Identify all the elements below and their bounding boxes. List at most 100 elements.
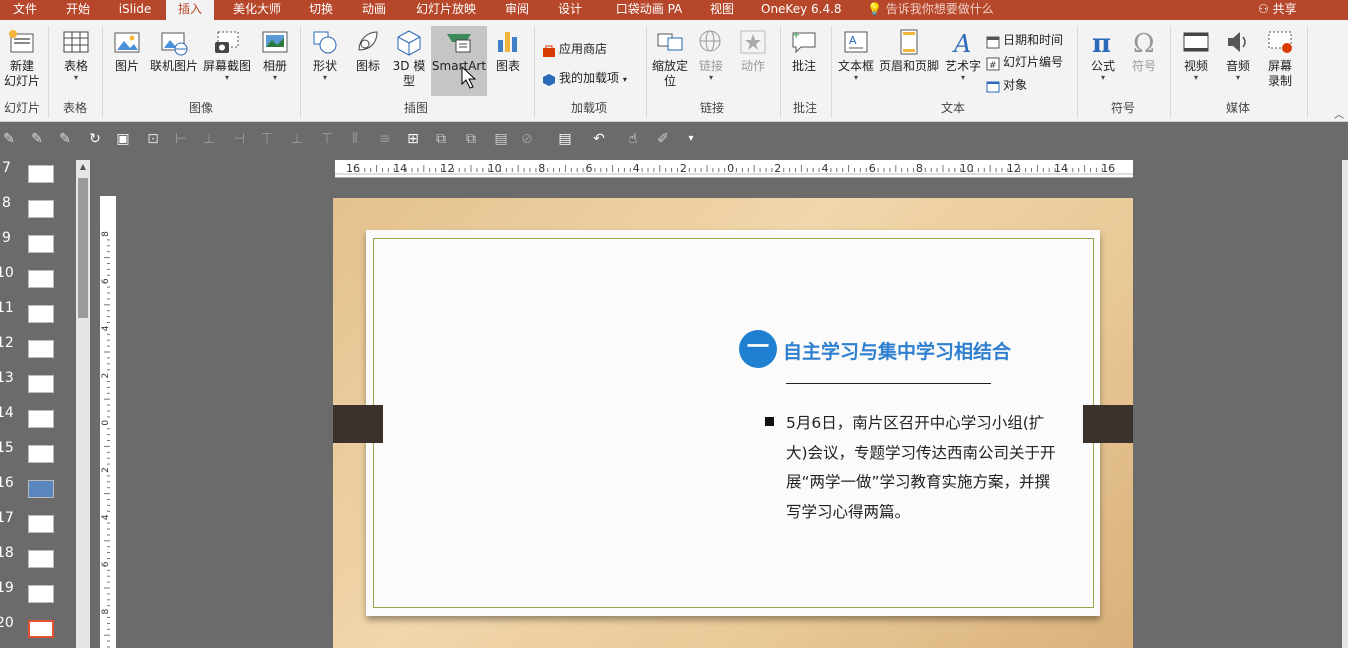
screenshot-button[interactable]: 屏幕截图 ▾ (202, 28, 252, 82)
object-button[interactable]: 对象 (986, 74, 1027, 96)
eyedropper-icon[interactable]: ✎ (0, 130, 18, 148)
thumbnail-item[interactable]: 15 (0, 435, 74, 470)
format-painter-icon[interactable]: ✐ (654, 130, 672, 148)
thumbnail-item[interactable]: 10 (0, 260, 74, 295)
online-picture-button[interactable]: 联机图片 (148, 28, 200, 74)
tab-onekey[interactable]: OneKey 6.4.8 (761, 0, 842, 20)
slide-number-button[interactable]: # 幻灯片编号 (986, 51, 1063, 73)
scroll-up-icon[interactable]: ▲ (78, 162, 88, 172)
slide-heading[interactable]: 自主学习与集中学习相结合 (783, 337, 1011, 364)
save-icon[interactable]: ▣ (114, 130, 132, 148)
thumbnail-item[interactable]: 18 (0, 540, 74, 575)
table-button[interactable]: 表格 ▾ (56, 28, 96, 82)
wordart-icon: A (948, 28, 978, 58)
thumbnail-item[interactable]: 19 (0, 575, 74, 610)
present-icon[interactable]: ⊡ (144, 130, 162, 148)
tab-animations[interactable]: 动画 (360, 0, 388, 20)
3d-model-button[interactable]: 3D 模 型 (390, 28, 428, 89)
header-footer-button[interactable]: 页眉和页脚 (877, 28, 941, 74)
tab-slideshow[interactable]: 幻灯片放映 (413, 0, 479, 20)
textbox-button[interactable]: A 文本框 ▾ (836, 28, 876, 82)
icons-button[interactable]: 图标 (350, 28, 386, 74)
text-align-icon[interactable]: ▤ (556, 130, 574, 148)
tab-file[interactable]: 文件 (9, 0, 41, 20)
picture-button[interactable]: 图片 (110, 28, 144, 74)
audio-button[interactable]: 音频 ▾ (1220, 28, 1256, 82)
align-top-icon[interactable]: ⊤ (258, 130, 276, 148)
thumbnail-item[interactable]: 17 (0, 505, 74, 540)
align-middle-icon[interactable]: ⊥ (288, 130, 306, 148)
ruler-ticks: 8 6 4 2 0 2 4 6 8 (101, 231, 111, 648)
thumbnail-item-selected[interactable]: 20 (0, 610, 74, 645)
textbox-small-icon[interactable]: ▤ (492, 130, 510, 148)
align-bottom-icon[interactable]: ⊤ (318, 130, 336, 148)
align-left-icon[interactable]: ⊢ (172, 130, 190, 148)
screen-record-button[interactable]: 屏幕 录制 (1262, 28, 1298, 89)
thumbnail-item[interactable]: 8 (0, 190, 74, 225)
collapse-ribbon-icon[interactable]: ︿ (1334, 106, 1346, 121)
zoom-button[interactable]: 缩放定 位 (650, 28, 690, 89)
align-center-icon[interactable]: ⊥ (200, 130, 218, 148)
tab-pocket-animation[interactable]: 口袋动画 PA (614, 0, 684, 20)
tab-insert[interactable]: 插入 (166, 0, 214, 20)
shapes-button[interactable]: 形状 ▾ (307, 28, 343, 82)
thumbnail-number: 19 (0, 580, 14, 596)
ruler-tick-label: 4 (101, 325, 111, 331)
album-button[interactable]: 相册 ▾ (258, 28, 292, 82)
scrollbar-thumb[interactable] (78, 178, 88, 318)
video-button[interactable]: 视频 ▾ (1178, 28, 1214, 82)
thumbnail-item[interactable]: 16 (0, 470, 74, 505)
screenshot-label: 屏幕截图 (202, 59, 251, 73)
smartart-button[interactable]: SmartArt (431, 26, 487, 96)
tab-view[interactable]: 视图 (708, 0, 736, 20)
eyedropper-icon[interactable]: ✎ (28, 130, 46, 148)
thumbnail-item[interactable]: 13 (0, 365, 74, 400)
bring-forward-icon[interactable]: ⧉ (432, 130, 450, 148)
date-time-button[interactable]: 日期和时间 (986, 29, 1063, 51)
customize-toolbar-icon[interactable]: ▾ (682, 130, 700, 148)
align-right-icon[interactable]: ⊣ (230, 130, 248, 148)
equation-button[interactable]: π 公式 ▾ (1084, 28, 1122, 82)
tab-design[interactable]: 设计 (556, 0, 584, 20)
tab-home[interactable]: 开始 (64, 0, 92, 20)
thumbnail-item[interactable]: 11 (0, 295, 74, 330)
my-addins-button[interactable]: 我的加载项 ▾ (542, 67, 627, 89)
chart-button[interactable]: 图表 (490, 28, 526, 74)
textbox-icon: A (841, 28, 871, 56)
shape-fill-icon[interactable]: ⊘ (518, 130, 536, 148)
slide-body-text[interactable]: 5月6日，南片区召开中心学习小组(扩大)会议，专题学习传达西南公司关于开展“两学… (786, 409, 1056, 527)
tab-review[interactable]: 审阅 (503, 0, 531, 20)
app-store-button[interactable]: 应用商店 (542, 38, 607, 60)
symbol-button[interactable]: Ω 符号 (1126, 28, 1162, 74)
redo-icon[interactable]: ↻ (86, 130, 104, 148)
comment-button[interactable]: + 批注 (786, 28, 822, 74)
group-label-links: 链接 (699, 101, 724, 115)
vertical-scrollbar[interactable] (1342, 160, 1348, 648)
undo-icon[interactable]: ↶ (590, 130, 608, 148)
thumbnail-item[interactable]: 14 (0, 400, 74, 435)
chart-label: 图表 (495, 59, 520, 73)
header-footer-label: 页眉和页脚 (878, 59, 939, 73)
new-slide-button[interactable]: 新建 幻灯片 (2, 28, 42, 89)
tab-transitions[interactable]: 切换 (307, 0, 335, 20)
ruler-tick-label: 6 (101, 278, 111, 284)
distribute-vertical-icon[interactable]: ≡ (376, 130, 394, 148)
link-button[interactable]: 链接 ▾ (694, 28, 728, 82)
action-button[interactable]: 动作 (736, 28, 770, 74)
thumbnail-item[interactable]: 7 (0, 155, 74, 190)
tab-beautify[interactable]: 美化大师 (230, 0, 284, 20)
eyedropper-icon[interactable]: ✎ (56, 130, 74, 148)
object-label: 对象 (1003, 78, 1028, 92)
share-button[interactable]: ⚇ 共享 (1258, 0, 1297, 20)
section-number-badge[interactable]: 一 (739, 330, 777, 368)
ruler-tick-label: 2 (101, 373, 111, 379)
thumbnail-item[interactable]: 9 (0, 225, 74, 260)
tell-me-box[interactable]: 💡 告诉我你想要做什么 (867, 0, 994, 20)
tab-islide[interactable]: iSlide (117, 0, 153, 20)
group-icon[interactable]: ⊞ (404, 130, 422, 148)
thumbnail-item[interactable]: 12 (0, 330, 74, 365)
distribute-horizontal-icon[interactable]: ⫴ (346, 130, 364, 148)
send-backward-icon[interactable]: ⧉ (462, 130, 480, 148)
wordart-button[interactable]: A 艺术字 ▾ (943, 28, 983, 82)
touch-mode-icon[interactable]: ☝ (624, 130, 642, 148)
